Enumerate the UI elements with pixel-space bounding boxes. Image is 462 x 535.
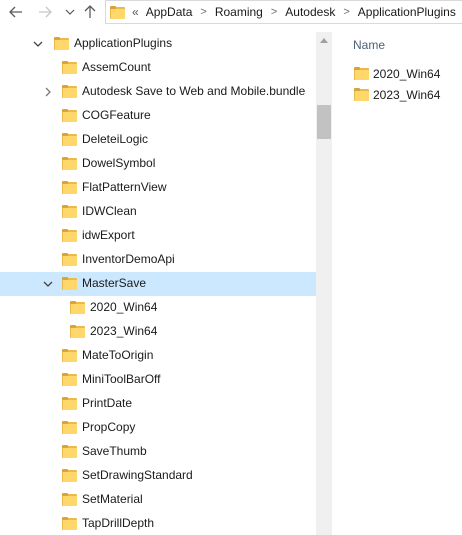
tree-item-minitoolbaroff[interactable]: MiniToolBarOff: [0, 368, 316, 392]
back-button[interactable]: [6, 2, 26, 22]
up-button[interactable]: [80, 2, 100, 22]
scroll-up-button[interactable]: [316, 32, 332, 48]
breadcrumb-separator[interactable]: >: [200, 6, 206, 18]
tree-item-label: PrintDate: [82, 396, 133, 410]
forward-arrow-icon: [39, 6, 52, 18]
tree-item-inventordemoapi[interactable]: InventorDemoApi: [0, 248, 316, 272]
tree-item-label: DeleteiLogic: [82, 132, 149, 146]
breadcrumb-separator[interactable]: >: [271, 6, 277, 18]
breadcrumb-applicationplugins[interactable]: ApplicationPlugins: [357, 5, 457, 19]
folder-icon: [62, 349, 77, 362]
tree-item-label: DowelSymbol: [82, 156, 156, 170]
tree-item-tapdrilldepth[interactable]: TapDrillDepth: [0, 512, 316, 535]
chevron-down-icon[interactable]: [32, 38, 44, 50]
tree-item-2020-win64[interactable]: 2020_Win64: [0, 296, 316, 320]
folder-icon: [62, 277, 77, 290]
file-item-2020-win64[interactable]: 2020_Win64: [352, 64, 462, 84]
tree-item-label: SetDrawingStandard: [82, 468, 193, 482]
folder-icon: [62, 109, 77, 122]
folder-icon: [62, 61, 77, 74]
folder-icon: [354, 67, 369, 80]
tree-item-printdate[interactable]: PrintDate: [0, 392, 316, 416]
folder-icon: [354, 88, 369, 101]
tree-item-setdrawingstandard[interactable]: SetDrawingStandard: [0, 464, 316, 488]
chevron-right-icon[interactable]: [42, 86, 54, 98]
folder-icon: [62, 373, 77, 386]
tree-item-label: SaveThumb: [82, 444, 147, 458]
tree-item-idwclean[interactable]: IDWClean: [0, 200, 316, 224]
folder-icon: [62, 445, 77, 458]
up-arrow-icon: [84, 5, 96, 18]
tree-item-label: FlatPatternView: [82, 180, 167, 194]
folder-icon: [70, 301, 85, 314]
file-item-label: 2023_Win64: [373, 88, 441, 102]
chevron-up-icon: [320, 37, 328, 43]
breadcrumb-appdata[interactable]: AppData: [145, 5, 194, 19]
tree-item-label: InventorDemoApi: [82, 252, 175, 266]
folder-icon: [62, 517, 77, 530]
tree-item-label: MiniToolBarOff: [82, 372, 161, 386]
tree-item-setmaterial[interactable]: SetMaterial: [0, 488, 316, 512]
folder-icon: [70, 325, 85, 338]
tree-item-label: PropCopy: [82, 420, 136, 434]
folder-icon: [62, 205, 77, 218]
navigation-tree: ApplicationPlugins AssemCount Autodesk Sa…: [0, 32, 316, 535]
folder-icon: [62, 493, 77, 506]
chevron-down-icon: [65, 9, 75, 15]
folder-icon: [62, 85, 77, 98]
folder-icon: [110, 5, 125, 19]
breadcrumb-roaming[interactable]: Roaming: [214, 5, 264, 19]
tree-scrollbar[interactable]: [316, 32, 332, 535]
folder-icon: [62, 229, 77, 242]
tree-item-label: TapDrillDepth: [82, 516, 155, 530]
folder-icon: [62, 157, 77, 170]
tree-item-propcopy[interactable]: PropCopy: [0, 416, 316, 440]
breadcrumb-separator[interactable]: >: [343, 6, 349, 18]
column-header-name[interactable]: Name: [353, 38, 385, 52]
file-list: Name 2020_Win64 2023_Win64: [332, 32, 462, 535]
tree-item-label: idwExport: [82, 228, 135, 242]
tree-item-label: COGFeature: [82, 108, 151, 122]
tree-item-label: MasterSave: [82, 276, 147, 290]
tree-item-applicationplugins[interactable]: ApplicationPlugins: [0, 32, 316, 56]
tree-item-label: SetMaterial: [82, 492, 143, 506]
address-bar[interactable]: « AppData > Roaming > Autodesk > Applica…: [105, 0, 462, 24]
tree-item-label: IDWClean: [82, 204, 137, 218]
folder-icon: [62, 469, 77, 482]
tree-item-autodesk-save-to-web-and-mobile-bundle[interactable]: Autodesk Save to Web and Mobile.bundle: [0, 80, 316, 104]
chevron-down-icon[interactable]: [42, 278, 54, 290]
tree-item-deleteilogic[interactable]: DeleteiLogic: [0, 128, 316, 152]
forward-button[interactable]: [35, 2, 55, 22]
back-arrow-icon: [9, 6, 22, 18]
tree-item-dowelsymbol[interactable]: DowelSymbol: [0, 152, 316, 176]
folder-icon: [62, 397, 77, 410]
recent-locations-button[interactable]: [60, 2, 80, 22]
tree-item-cogfeature[interactable]: COGFeature: [0, 104, 316, 128]
tree-item-flatpatternview[interactable]: FlatPatternView: [0, 176, 316, 200]
folder-icon: [62, 253, 77, 266]
folder-icon: [62, 421, 77, 434]
folder-icon: [54, 37, 69, 50]
breadcrumb-autodesk[interactable]: Autodesk: [284, 5, 336, 19]
tree-item-label: ApplicationPlugins: [74, 36, 173, 50]
tree-item-idwexport[interactable]: idwExport: [0, 224, 316, 248]
file-item-2023-win64[interactable]: 2023_Win64: [352, 85, 462, 105]
tree-item-assemcount[interactable]: AssemCount: [0, 56, 316, 80]
tree-item-label: Autodesk Save to Web and Mobile.bundle: [82, 84, 306, 98]
scroll-thumb[interactable]: [317, 105, 331, 139]
tree-item-label: MateToOrigin: [82, 348, 154, 362]
tree-item-2023-win64[interactable]: 2023_Win64: [0, 320, 316, 344]
tree-item-matetoorigin[interactable]: MateToOrigin: [0, 344, 316, 368]
navigation-bar: « AppData > Roaming > Autodesk > Applica…: [0, 0, 462, 24]
tree-item-label: AssemCount: [82, 60, 151, 74]
folder-icon: [62, 133, 77, 146]
tree-item-label: 2023_Win64: [90, 324, 158, 338]
folder-icon: [62, 181, 77, 194]
tree-item-savethumb[interactable]: SaveThumb: [0, 440, 316, 464]
breadcrumb-overflow[interactable]: «: [132, 5, 139, 19]
tree-item-mastersave[interactable]: MasterSave: [0, 272, 316, 296]
tree-item-label: 2020_Win64: [90, 300, 158, 314]
file-item-label: 2020_Win64: [373, 67, 441, 81]
